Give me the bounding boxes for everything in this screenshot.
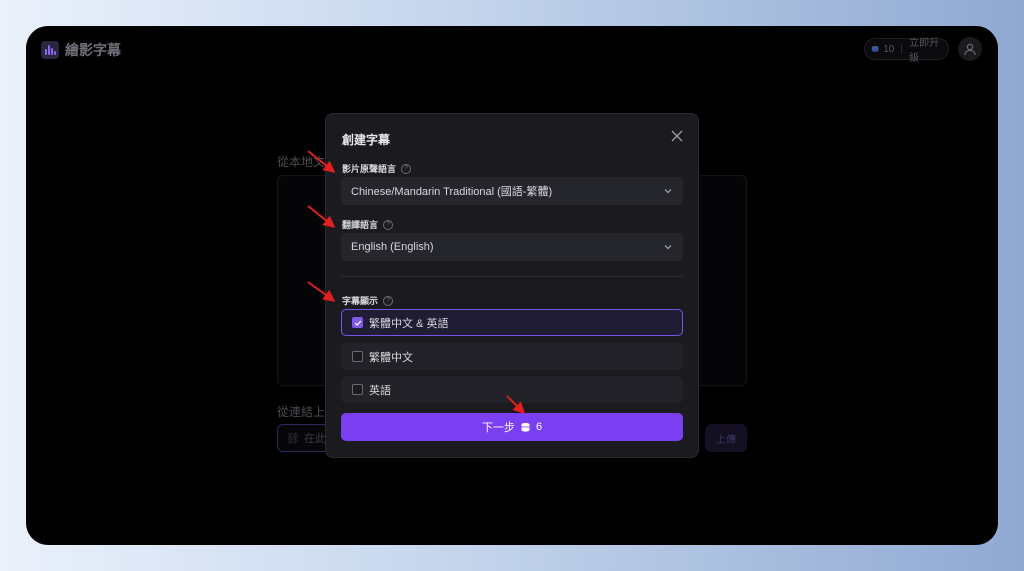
help-icon[interactable]: ? bbox=[383, 219, 394, 230]
source-language-value: Chinese/Mandarin Traditional (國語-繁體) bbox=[351, 186, 553, 198]
source-language-label: 影片原聲語言 ? bbox=[342, 162, 412, 175]
divider bbox=[341, 276, 683, 277]
subtitle-option-english[interactable]: 英語 bbox=[341, 376, 683, 403]
divider bbox=[901, 44, 903, 54]
logo[interactable]: 繪影字幕 bbox=[41, 40, 121, 60]
chevron-down-icon bbox=[664, 245, 672, 250]
source-language-select[interactable]: Chinese/Mandarin Traditional (國語-繁體) bbox=[341, 177, 683, 205]
option-label: 英語 bbox=[369, 384, 391, 397]
checkbox-checked[interactable] bbox=[352, 317, 363, 328]
checkbox[interactable] bbox=[352, 351, 363, 362]
subtitle-display-label-text: 字幕顯示 bbox=[342, 296, 379, 306]
link-icon: ⛓ bbox=[286, 432, 300, 445]
subtitle-display-label: 字幕顯示 ? bbox=[342, 294, 394, 307]
option-label: 繁體中文 & 英語 bbox=[369, 317, 449, 330]
next-step-cost: 6 bbox=[535, 421, 543, 433]
coins-icon bbox=[521, 422, 530, 432]
upload-button[interactable]: 上傳 bbox=[705, 424, 747, 452]
user-icon bbox=[964, 43, 976, 56]
app-window: 繪影字幕 10 立即升級 從本地文 從連結上 ⛓ 在此 上傳 創建字幕 影片原聲… bbox=[26, 26, 998, 545]
translation-language-select[interactable]: English (English) bbox=[341, 233, 683, 261]
credits-upgrade-button[interactable]: 10 立即升級 bbox=[864, 38, 949, 64]
translation-language-label: 翻譯語言 ? bbox=[342, 218, 394, 231]
subtitle-option-traditional-chinese[interactable]: 繁體中文 bbox=[341, 343, 683, 370]
help-icon[interactable]: ? bbox=[383, 295, 394, 306]
subtitle-option-bilingual[interactable]: 繁體中文 & 英語 bbox=[341, 309, 683, 336]
logo-icon bbox=[41, 41, 59, 59]
url-upload-label: 從連結上 bbox=[277, 405, 326, 419]
local-upload-label: 從本地文 bbox=[277, 155, 326, 169]
checkbox[interactable] bbox=[352, 384, 363, 395]
check-icon bbox=[354, 320, 361, 326]
option-label: 繁體中文 bbox=[369, 351, 413, 364]
modal-title: 創建字幕 bbox=[342, 133, 391, 147]
translation-language-value: English (English) bbox=[351, 241, 434, 253]
create-subtitle-modal: 創建字幕 影片原聲語言 ? Chinese/Mandarin Tradition… bbox=[325, 113, 699, 458]
close-icon[interactable] bbox=[670, 129, 684, 143]
credits-count: 10 bbox=[883, 43, 895, 55]
next-step-label: 下一步 bbox=[481, 422, 515, 434]
url-input-placeholder: 在此 bbox=[303, 433, 326, 445]
help-icon[interactable]: ? bbox=[401, 163, 412, 174]
translation-language-label-text: 翻譯語言 bbox=[342, 220, 379, 230]
next-step-button[interactable]: 下一步 6 bbox=[341, 413, 683, 441]
avatar[interactable] bbox=[958, 37, 982, 61]
app-title: 繪影字幕 bbox=[65, 42, 121, 58]
chevron-down-icon bbox=[664, 189, 672, 194]
source-language-label-text: 影片原聲語言 bbox=[342, 164, 397, 174]
coins-icon bbox=[871, 46, 879, 52]
top-bar: 繪影字幕 10 立即升級 bbox=[26, 26, 998, 72]
upgrade-label: 立即升級 bbox=[909, 38, 940, 64]
